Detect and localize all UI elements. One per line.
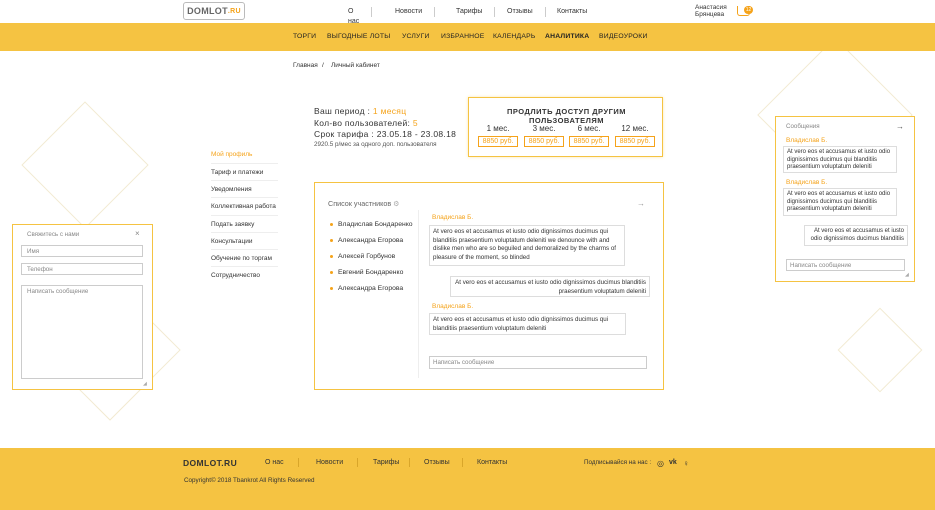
message-item: At vero eos et accusamus et iusto odio d… [783,188,897,216]
period-line: Ваш период : 1 месяц [314,106,407,116]
sidebar-item-cooperation[interactable]: Сотрудничество [211,272,260,279]
message-author: Владислав Б. [786,137,828,144]
vk-icon[interactable]: vk [669,459,677,466]
resize-handle-icon[interactable]: ◢ [143,381,147,387]
plan-price[interactable]: 8850 руб. [478,136,518,147]
divider [298,458,299,467]
nav-news[interactable]: Новости [383,7,436,17]
menu-calendar[interactable]: КАЛЕНДАРЬ [493,33,535,40]
plan-price[interactable]: 8850 руб. [615,136,655,147]
footer-nav-reviews[interactable]: Отзывы [424,459,450,466]
close-icon[interactable]: × [135,229,140,238]
divider [211,215,278,216]
contact-title: Свяжитесь с нами [27,231,80,238]
chat-message: At vero eos et accusamus et iusto odio d… [450,276,650,297]
divider [211,266,278,267]
message-item: At vero eos et accusamus et iusto odio d… [804,225,908,246]
footer-nav-news[interactable]: Новости [316,459,343,466]
logo[interactable]: DOMLOT .RU [183,2,245,20]
chat-message: At vero eos et accusamus et iusto odio d… [429,225,625,266]
term-line: Срок тарифа : 23.05.18 - 23.08.18 [314,129,457,139]
message-author: Владислав Б. [786,179,828,186]
background-decoration [837,307,923,393]
divider [462,458,463,467]
settings-icon[interactable]: ⚙ [393,199,399,208]
message-item: At vero eos et accusamus et iusto odio d… [783,146,897,173]
footer-logo[interactable]: DOMLOT.RU [183,458,237,468]
menu-video-lessons[interactable]: ВИДЕОУРОКИ [599,33,648,40]
divider [211,180,278,181]
plan-6[interactable]: 6 мес. 8850 руб. [569,124,609,147]
copyright: Copyright© 2018 Tbankrot All Rights Rese… [184,477,315,484]
divider [418,210,419,378]
phone-field[interactable]: Телефон [21,263,143,275]
arrow-right-icon[interactable]: → [896,122,904,131]
sidebar-item-profile[interactable]: Мой профиль [211,151,252,158]
odnoklassniki-icon[interactable]: ♀ [683,459,689,468]
extend-title: ПРОДЛИТЬ ДОСТУП ДРУГИМ ПОЛЬЗОВАТЕЛЯМ [506,107,626,125]
participant-item[interactable]: Александра Егорова [330,237,403,244]
plan-1[interactable]: 1 мес. 8850 руб. [478,124,518,147]
extra-user-price: 2920.5 р/мес за одного доп. пользователя [314,141,437,148]
plan-price[interactable]: 8850 руб. [524,136,564,147]
participants-title: Список участников ⚙ [328,199,400,208]
plan-3[interactable]: 3 мес. 8850 руб. [524,124,564,147]
footer-nav-contacts[interactable]: Контакты [477,459,507,466]
participant-item[interactable]: Евгений Бондаренко [330,269,403,276]
footer-nav-about[interactable]: О нас [265,459,284,466]
breadcrumb-current: Личный кабинет [331,62,380,69]
main-menu: ТОРГИ ВЫГОДНЫЕ ЛОТЫ УСЛУГИ ИЗБРАННОЕ КАЛ… [0,23,935,51]
plan-12[interactable]: 12 мес. 8850 руб. [615,124,655,147]
resize-handle-icon[interactable]: ◢ [905,272,909,278]
nav-tariffs[interactable]: Тарифы [444,7,496,17]
breadcrumb-home[interactable]: Главная [293,62,318,69]
chat-author: Владислав Б. [432,214,474,221]
subscribe-label: Подписывайся на нас : [584,459,652,466]
user-name[interactable]: Анастасия Брянцева [695,4,727,18]
plan-price[interactable]: 8850 руб. [569,136,609,147]
menu-services[interactable]: УСЛУГИ [402,33,430,40]
footer [0,448,935,510]
divider [211,249,278,250]
background-decoration [21,101,149,229]
nav-contacts[interactable]: Контакты [545,7,599,17]
extend-access-card: ПРОДЛИТЬ ДОСТУП ДРУГИМ ПОЛЬЗОВАТЕЛЯМ 1 м… [468,97,663,157]
message-field[interactable]: Написать сообщение [21,285,143,379]
cart-badge: 12 [744,6,753,14]
arrow-right-icon[interactable]: → [637,199,645,208]
nav-reviews[interactable]: Отзывы [495,7,546,17]
chat-message-input[interactable]: Написать сообщение [429,356,647,369]
instagram-icon[interactable]: ◎ [657,459,664,468]
footer-nav-tariffs[interactable]: Тарифы [373,459,399,466]
users-line: Кол-во пользователей: 5 [314,118,418,128]
sidebar-item-notifications[interactable]: Уведомления [211,186,252,193]
messages-title: Сообщения [786,123,820,130]
divider [409,458,410,467]
divider [211,163,278,164]
participant-item[interactable]: Владислав Бондаренко [330,221,413,228]
message-input[interactable]: Написать сообщение [786,259,905,271]
sidebar-item-training[interactable]: Обучение по торгам [211,255,272,262]
participant-item[interactable]: Александра Егорова [330,285,403,292]
sidebar-item-consultations[interactable]: Консультации [211,238,253,245]
chat-message: At vero eos et accusamus et iusto odio d… [429,313,626,335]
menu-favorites[interactable]: ИЗБРАННОЕ [441,33,485,40]
menu-auctions[interactable]: ТОРГИ [293,33,316,40]
sidebar-item-collective[interactable]: Коллективная работа [211,203,276,210]
participant-item[interactable]: Алексей Горбунов [330,253,395,260]
divider [357,458,358,467]
sidebar-item-apply[interactable]: Подать заявку [211,221,254,228]
top-bar: DOMLOT .RU О нас Новости Тарифы Отзывы Ко… [0,0,935,25]
name-field[interactable]: Имя [21,245,143,257]
breadcrumb-separator: / [322,62,324,69]
divider [211,232,278,233]
menu-profitable-lots[interactable]: ВЫГОДНЫЕ ЛОТЫ [327,33,390,40]
chat-author: Владислав Б. [432,303,474,310]
sidebar-item-tariff[interactable]: Тариф и платежи [211,169,263,176]
divider [211,197,278,198]
nav-about[interactable]: О нас [336,7,373,25]
menu-analytics[interactable]: АНАЛИТИКА [545,33,589,40]
